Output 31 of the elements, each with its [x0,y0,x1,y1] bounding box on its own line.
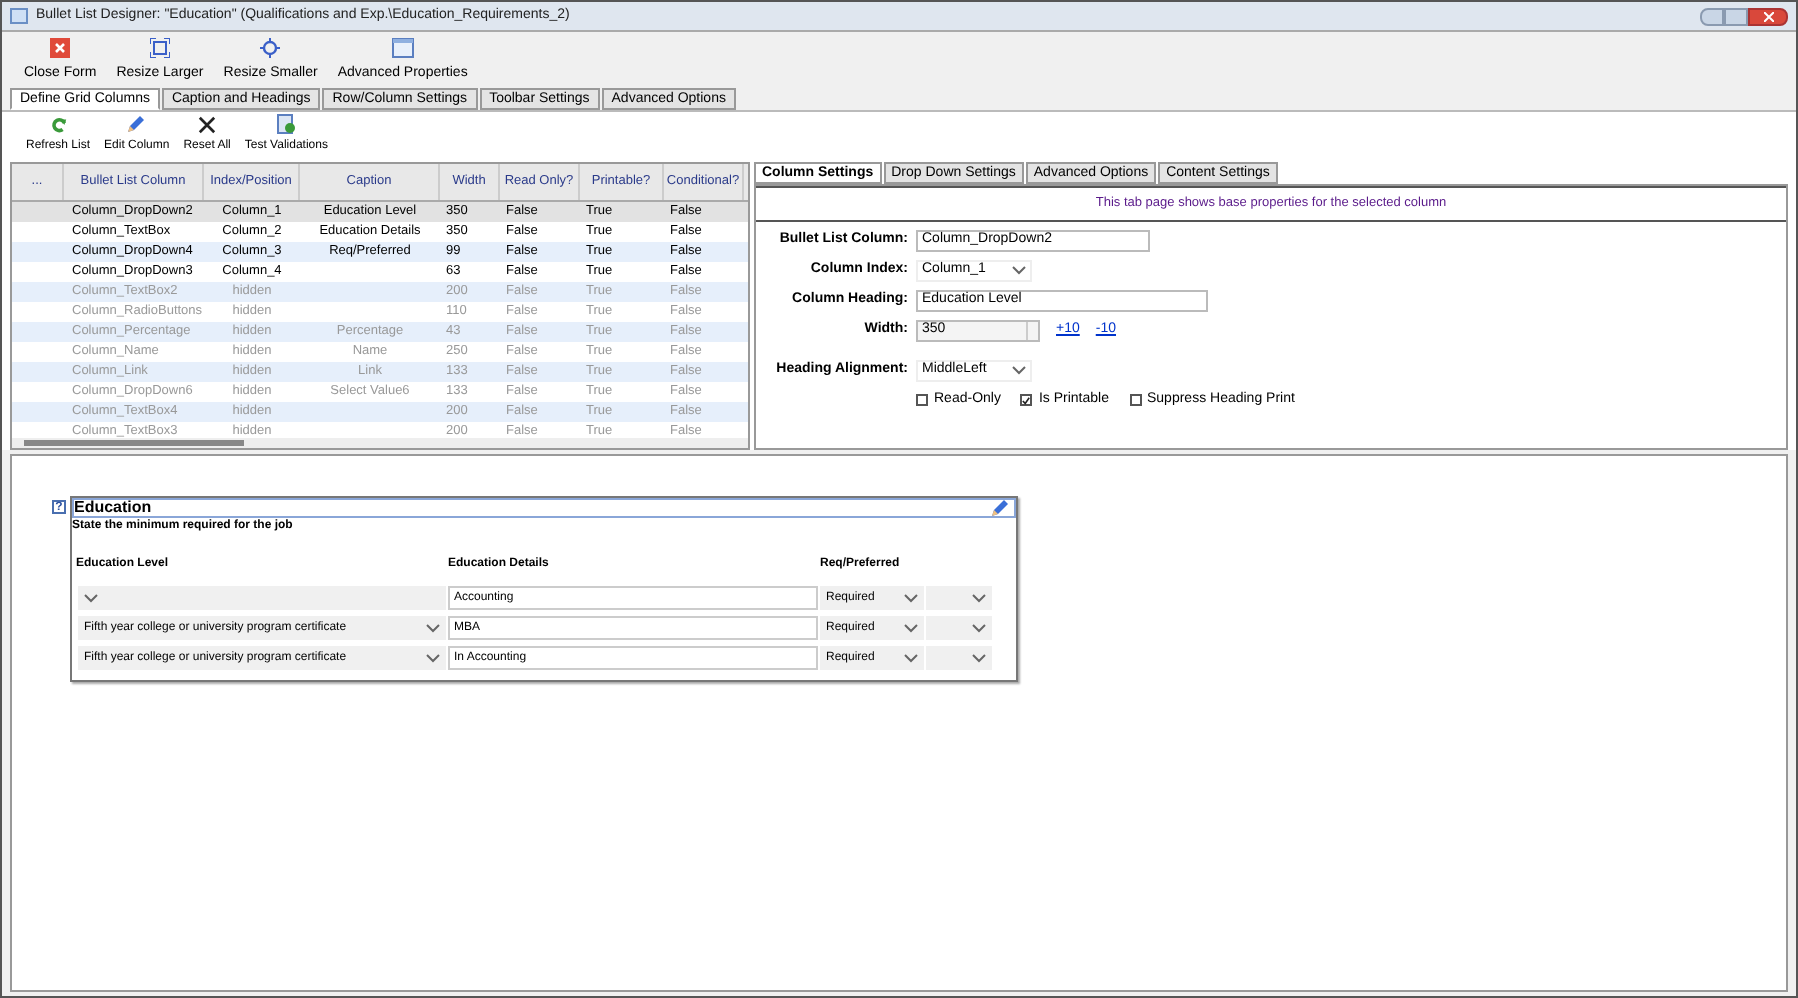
card-title: Education [74,496,152,519]
window-icon [391,37,414,57]
pencil-icon [126,114,147,134]
close-icon [50,37,71,57]
app-icon [10,8,28,24]
maximize-button[interactable] [1724,7,1748,25]
chevron-down-icon [1012,266,1026,276]
chevron-down-icon [972,653,986,663]
chevron-down-icon [1012,366,1026,376]
chevron-down-icon [426,623,440,633]
horizontal-scrollbar[interactable] [12,438,748,448]
x-icon [198,116,217,134]
chevron-down-icon [972,593,986,603]
check-icon [1022,395,1031,406]
close-button[interactable] [1748,7,1788,25]
chevron-down-icon [84,593,98,603]
dropdown[interactable] [926,616,992,640]
chevron-down-icon [904,593,918,603]
dropdown[interactable] [926,586,992,610]
chevron-down-icon [904,623,918,633]
refresh-icon [49,116,67,134]
document-check-icon [276,114,297,134]
resize-icon [149,37,170,57]
resize-icon [260,37,281,57]
chevron-down-icon [426,653,440,663]
minimize-button[interactable] [1700,7,1724,25]
dropdown[interactable] [926,646,992,670]
pencil-icon [990,498,1010,518]
chevron-down-icon [904,653,918,663]
chevron-down-icon [972,623,986,633]
close-icon [1763,11,1773,21]
